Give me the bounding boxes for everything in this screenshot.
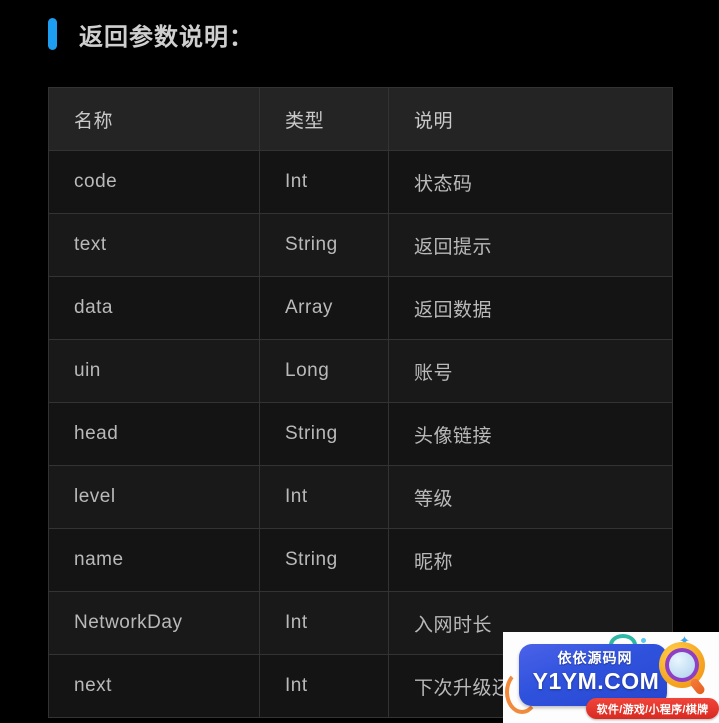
cell-param-type: Array [259,276,389,340]
cell-param-name: uin [48,339,260,403]
column-header-desc: 说明 [388,87,673,151]
page-title-text: 返回参数说明： [79,23,254,51]
cell-param-type: Int [259,465,389,529]
magnifier-icon [655,640,711,696]
table-row: code Int 状态码 [48,150,673,214]
watermark-domain: Y1YM.COM [532,668,660,694]
cell-param-desc: 昵称 [388,528,673,592]
watermark-overlay: ✦ 依依源码网 Y1YM.COM 软件/游戏/小程序/棋牌 [503,632,719,723]
doodle-dot-icon [641,638,646,643]
cell-param-type: String [259,402,389,466]
cell-param-desc: 头像链接 [388,402,673,466]
return-parameters-table: 名称 类型 说明 code Int 状态码 text String 返回提示 d… [48,87,673,718]
cell-param-name: level [48,465,260,529]
cell-param-desc: 状态码 [388,150,673,214]
watermark-badge: 软件/游戏/小程序/棋牌 [586,698,719,719]
accent-bar-icon [48,18,57,50]
table-row: name String 昵称 [48,528,673,592]
table-row: level Int 等级 [48,465,673,529]
cell-param-type: String [259,528,389,592]
cell-param-name: name [48,528,260,592]
watermark-site-name: 依依源码网 [557,650,633,666]
cell-param-desc: 返回提示 [388,213,673,277]
column-header-type: 类型 [259,87,389,151]
cell-param-name: next [48,654,260,718]
page-title: 返回参数说明： [48,14,254,54]
cell-param-desc: 账号 [388,339,673,403]
table-row: head String 头像链接 [48,402,673,466]
cell-param-type: Int [259,654,389,718]
cell-param-name: data [48,276,260,340]
cell-param-type: Int [259,150,389,214]
cell-param-type: Long [259,339,389,403]
cell-param-type: Int [259,591,389,655]
cell-param-name: code [48,150,260,214]
cell-param-name: NetworkDay [48,591,260,655]
cell-param-name: head [48,402,260,466]
table-row: data Array 返回数据 [48,276,673,340]
cell-param-desc: 返回数据 [388,276,673,340]
column-header-name: 名称 [48,87,260,151]
cell-param-type: String [259,213,389,277]
cell-param-desc: 等级 [388,465,673,529]
cell-param-name: text [48,213,260,277]
table-header-row: 名称 类型 说明 [48,87,673,151]
table-row: uin Long 账号 [48,339,673,403]
table-row: text String 返回提示 [48,213,673,277]
